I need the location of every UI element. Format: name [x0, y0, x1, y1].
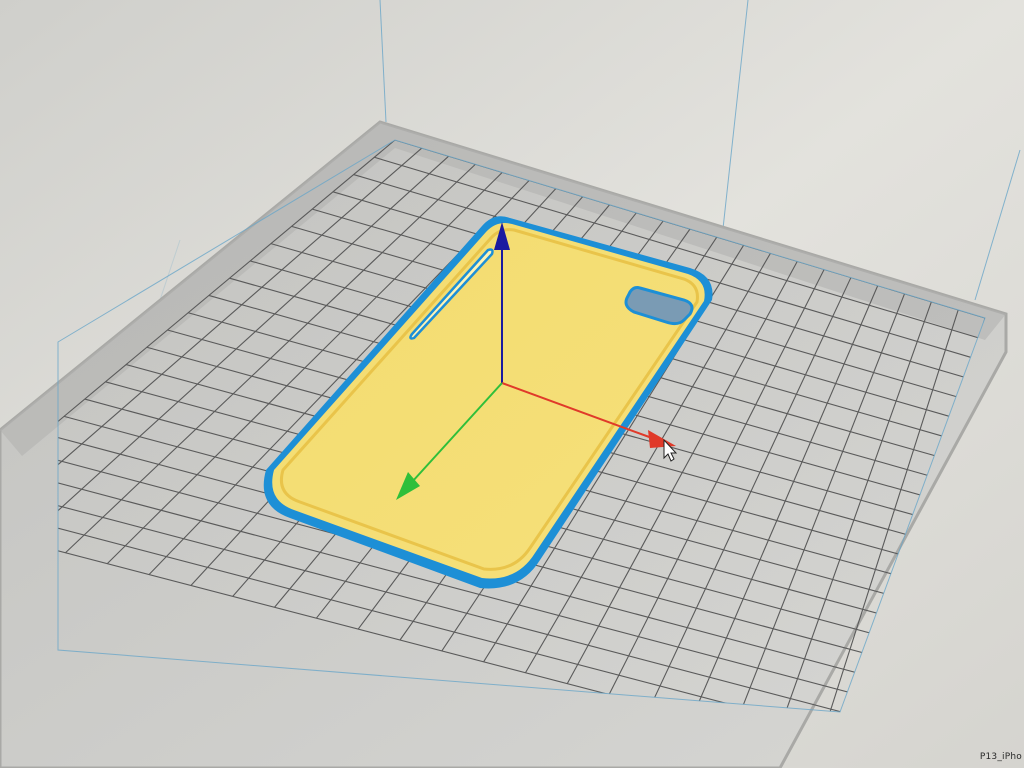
3d-viewport[interactable]: P13_iPho — [0, 0, 1024, 768]
viewport-canvas[interactable] — [0, 0, 1024, 768]
model-file-label: P13_iPho — [979, 752, 1022, 762]
